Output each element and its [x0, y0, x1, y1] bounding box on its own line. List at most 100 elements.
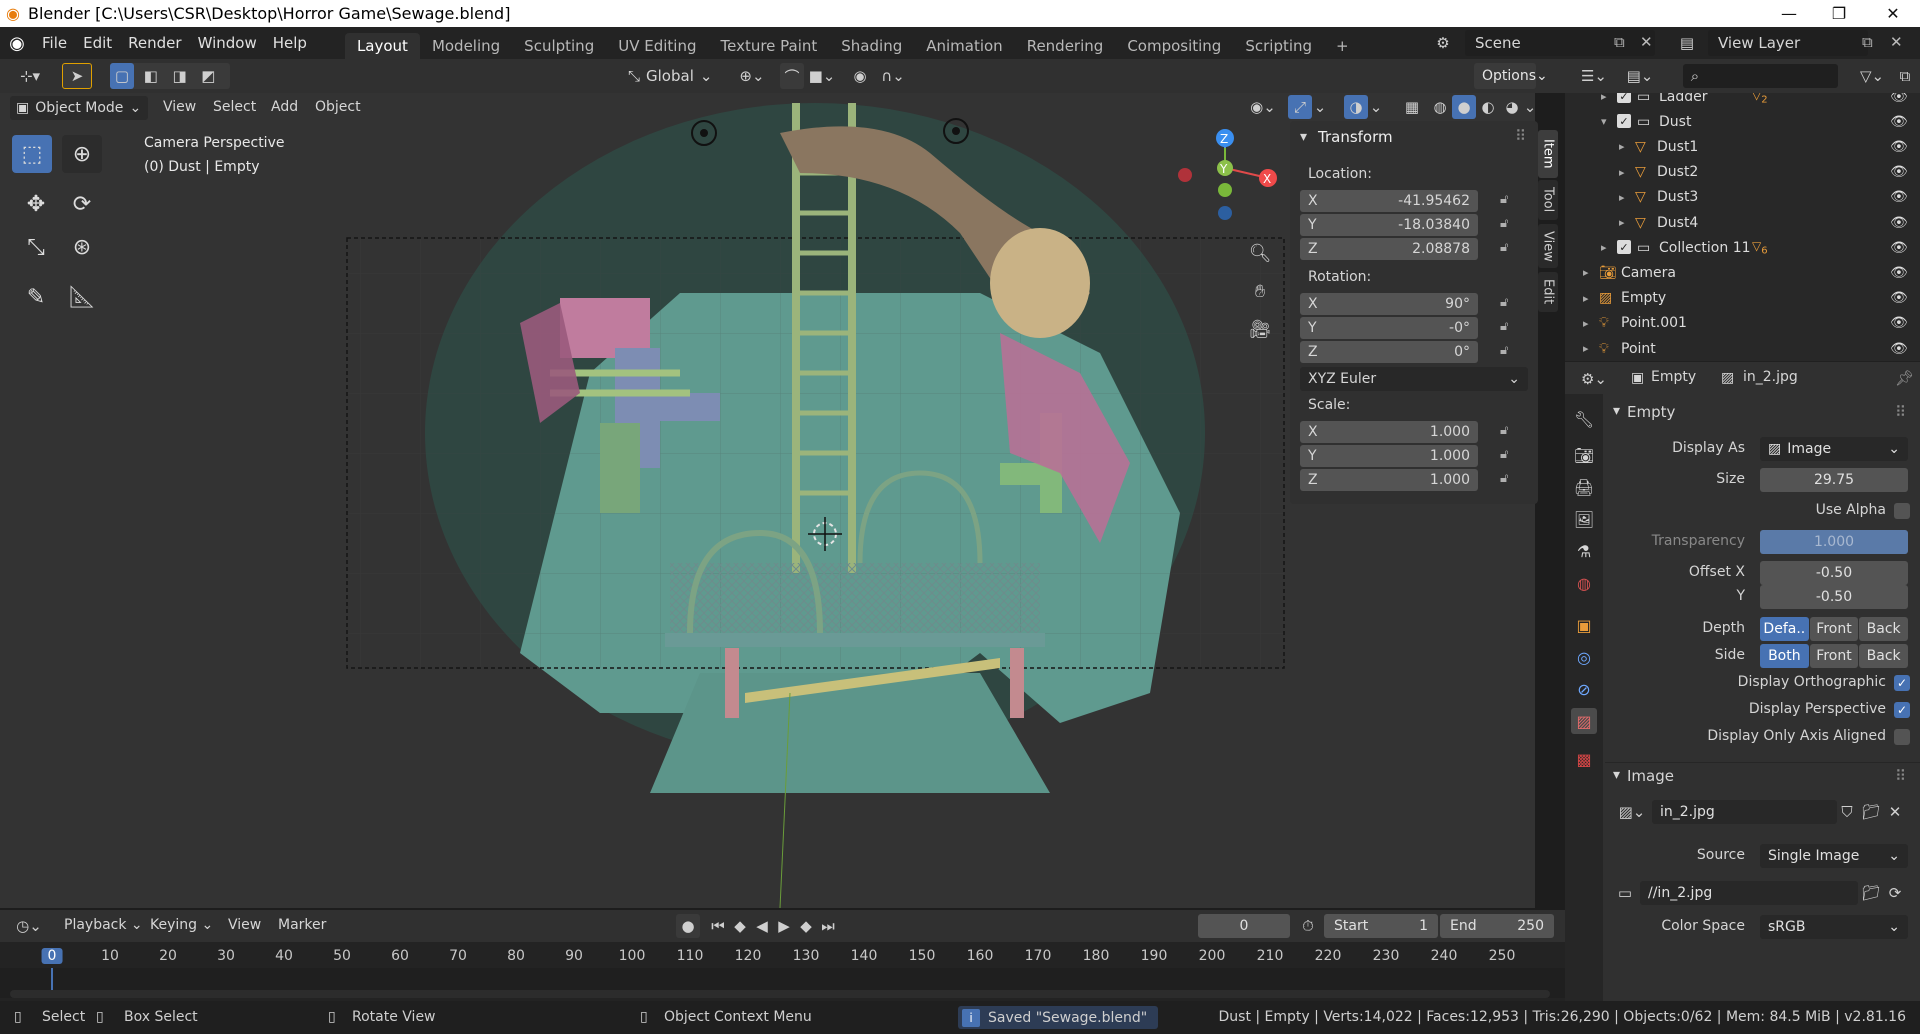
editor-type-icon[interactable]: ⊹▾: [10, 63, 50, 89]
play-reverse-icon[interactable]: ◀: [752, 914, 772, 938]
new-view-layer-icon[interactable]: ⧉: [1862, 33, 1882, 53]
display-perspective-checkbox[interactable]: ✓: [1894, 702, 1910, 718]
snap-icon[interactable]: ⌒: [780, 63, 804, 89]
eye-icon[interactable]: 👁︎: [1890, 290, 1908, 306]
proportional-falloff-icon[interactable]: ∩⌄: [876, 63, 910, 89]
physics-tab-icon[interactable]: ◎: [1571, 644, 1597, 670]
start-frame-field[interactable]: Start 1: [1324, 914, 1438, 938]
viewport-menu-add[interactable]: Add: [271, 99, 298, 115]
invert-selection-icon[interactable]: ◩: [196, 63, 220, 89]
tab-modeling[interactable]: Modeling: [420, 33, 512, 59]
menu-help[interactable]: Help: [265, 27, 315, 59]
jump-end-icon[interactable]: ⏭: [818, 914, 838, 938]
tab-scripting[interactable]: Scripting: [1233, 33, 1324, 59]
menu-file[interactable]: File: [34, 27, 75, 59]
material-shading-icon[interactable]: ◐: [1476, 95, 1500, 119]
drag-handle-icon[interactable]: ⠿: [1895, 403, 1906, 421]
eye-icon[interactable]: 👁︎: [1890, 93, 1908, 105]
source-dropdown[interactable]: Single Image ⌄: [1760, 844, 1908, 868]
rotation-mode-dropdown[interactable]: XYZ Euler ⌄: [1300, 367, 1528, 391]
camera-view-icon[interactable]: 🎥︎: [1245, 314, 1275, 344]
tab-sculpting[interactable]: Sculpting: [512, 33, 606, 59]
outliner-row-point-001[interactable]: ▸ 💡︎ Point.001 👁︎: [1565, 311, 1920, 336]
prev-keyframe-icon[interactable]: ◆: [730, 914, 750, 938]
display-orthographic-checkbox[interactable]: ✓: [1894, 675, 1910, 691]
extend-selection-icon[interactable]: ◧: [139, 63, 163, 89]
expand-arrow-icon[interactable]: ▸: [1601, 241, 1607, 254]
tab-texture-paint[interactable]: Texture Paint: [708, 33, 829, 59]
tab-shading[interactable]: Shading: [829, 33, 914, 59]
timeline-scrollbar[interactable]: [10, 990, 1550, 998]
fake-user-icon[interactable]: ⛉: [1836, 800, 1858, 824]
current-frame-field[interactable]: 0: [1198, 914, 1290, 938]
saved-report[interactable]: i Saved "Sewage.blend": [958, 1006, 1158, 1029]
image-browse-icon[interactable]: ▨⌄: [1614, 800, 1650, 824]
eye-icon[interactable]: 👁︎: [1890, 164, 1908, 180]
select-box-tool-icon[interactable]: ⬚: [12, 135, 52, 173]
expand-arrow-icon[interactable]: ▸: [1619, 166, 1625, 179]
tab-tool[interactable]: Tool: [1538, 180, 1558, 220]
panel-collapse-icon[interactable]: ▾: [1300, 129, 1307, 145]
tab-layout[interactable]: Layout: [344, 33, 420, 59]
zoom-icon[interactable]: 🔍︎: [1245, 238, 1275, 268]
eye-icon[interactable]: 👁︎: [1890, 215, 1908, 231]
eye-icon[interactable]: 👁︎: [1890, 240, 1908, 256]
solid-shading-icon[interactable]: ●: [1452, 95, 1476, 119]
menu-edit[interactable]: Edit: [75, 27, 120, 59]
rotation-z-field[interactable]: Z 0°: [1300, 341, 1478, 363]
object-tab-icon[interactable]: ▣: [1571, 612, 1597, 638]
outliner-row-dust[interactable]: ▾ ✓ ▭ Dust 👁︎: [1565, 109, 1920, 134]
lock-icon[interactable]: 🔓︎: [1500, 240, 1518, 258]
minimize-button[interactable]: —: [1766, 0, 1812, 27]
scale-y-field[interactable]: Y 1.000: [1300, 445, 1478, 467]
output-tab-icon[interactable]: 🖨︎: [1571, 474, 1597, 500]
snap-target-icon[interactable]: ■⌄: [804, 63, 840, 89]
scene-tab-icon[interactable]: ⚗︎: [1571, 538, 1597, 564]
options-button[interactable]: Options⌄: [1474, 63, 1548, 89]
scene-icon[interactable]: ⚙: [1428, 30, 1458, 56]
eye-icon[interactable]: 👁︎: [1890, 315, 1908, 331]
outliner-row-point[interactable]: ▸ 💡︎ Point 👁︎: [1565, 336, 1920, 361]
lock-icon[interactable]: 🔓︎: [1500, 423, 1518, 441]
tab-uv-editing[interactable]: UV Editing: [606, 33, 708, 59]
tab-item[interactable]: Item: [1538, 130, 1558, 178]
menu-window[interactable]: Window: [190, 27, 265, 59]
exclude-checkbox[interactable]: ✓: [1617, 240, 1631, 255]
expand-arrow-icon[interactable]: ▾: [1601, 115, 1607, 128]
image-name-field[interactable]: in_2.jpg: [1652, 800, 1837, 824]
measure-tool-icon[interactable]: 📐︎: [62, 278, 102, 316]
lock-icon[interactable]: 🔓︎: [1500, 471, 1518, 489]
rendered-shading-icon[interactable]: ◕: [1500, 95, 1524, 119]
transform-orientation[interactable]: ⤡ Global ⌄: [628, 63, 723, 89]
tab-animation[interactable]: Animation: [914, 33, 1014, 59]
add-workspace-button[interactable]: +: [1324, 33, 1361, 59]
chevron-down-icon[interactable]: ⌄: [1368, 95, 1384, 119]
filepath-field[interactable]: //in_2.jpg: [1640, 881, 1858, 905]
world-tab-icon[interactable]: ◍: [1571, 570, 1597, 596]
expand-arrow-icon[interactable]: ▸: [1583, 317, 1589, 330]
lock-icon[interactable]: 🔓︎: [1500, 447, 1518, 465]
expand-arrow-icon[interactable]: ▸: [1583, 266, 1589, 279]
exclude-checkbox[interactable]: ✓: [1617, 93, 1631, 103]
timeline-menu-marker[interactable]: Marker: [278, 917, 326, 933]
annotate-tool-icon[interactable]: ✎: [16, 278, 56, 316]
new-collection-icon[interactable]: ⧉: [1893, 63, 1917, 89]
proportional-edit-icon[interactable]: ◉: [848, 63, 872, 89]
remove-scene-icon[interactable]: ✕: [1640, 33, 1660, 53]
record-icon[interactable]: ●: [676, 914, 700, 938]
mode-selector[interactable]: ▣ Object Mode ⌄: [10, 96, 148, 120]
texture-tab-icon[interactable]: ▩: [1571, 746, 1597, 772]
stopwatch-icon[interactable]: ⏱: [1296, 914, 1320, 938]
tab-view[interactable]: View: [1538, 224, 1558, 268]
constraints-tab-icon[interactable]: ⊘: [1571, 676, 1597, 702]
pan-hand-icon[interactable]: ✋︎: [1245, 276, 1275, 306]
eye-icon[interactable]: 👁︎: [1890, 341, 1908, 357]
display-axis-aligned-checkbox[interactable]: [1894, 729, 1910, 745]
empty-section-header[interactable]: ▾ Empty ⠿: [1605, 399, 1920, 425]
outliner-row-collection-11[interactable]: ▸ ✓ ▭ Collection 11 ▽6 👁︎: [1565, 235, 1920, 260]
open-folder-icon[interactable]: 📁︎: [1860, 800, 1882, 824]
data-tab-icon[interactable]: ▨: [1571, 708, 1597, 734]
tab-edit[interactable]: Edit: [1538, 272, 1558, 312]
image-section-header[interactable]: ▾ Image ⠿: [1605, 762, 1920, 788]
next-keyframe-icon[interactable]: ◆: [796, 914, 816, 938]
